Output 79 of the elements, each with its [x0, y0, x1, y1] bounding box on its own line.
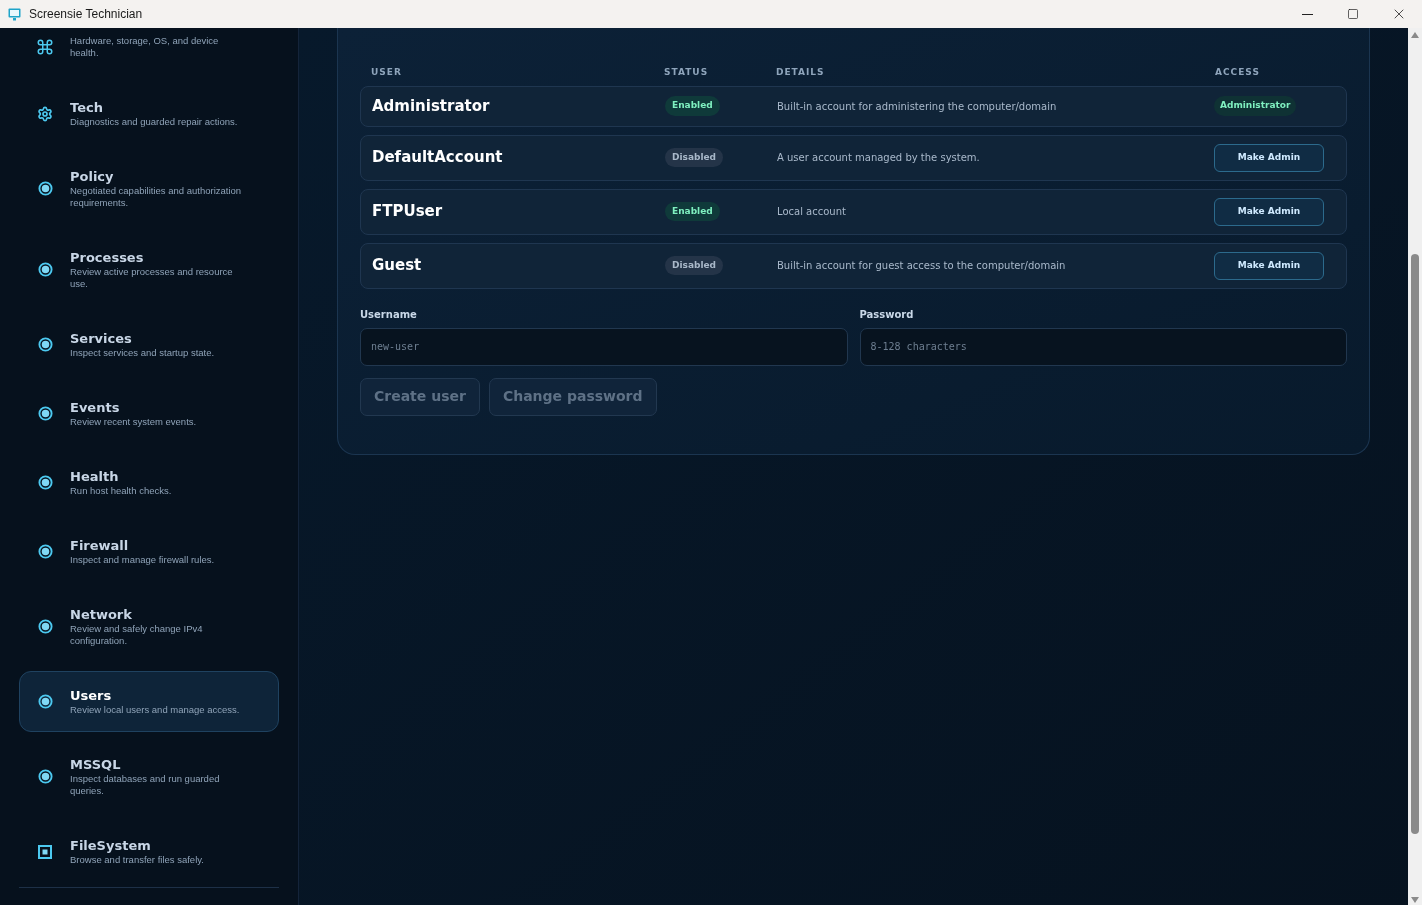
- square-icon: [38, 844, 52, 859]
- sidebar-item-description: Review and safely change IPv4 configuration.: [70, 623, 204, 647]
- sidebar-item-title: Health: [70, 468, 120, 485]
- make-admin-button[interactable]: Make Admin: [1214, 197, 1324, 226]
- radio-dot-icon: [37, 262, 53, 277]
- sidebar-item-title: MSSQL: [70, 756, 122, 773]
- sidebar-item-title: FileSystem: [70, 837, 152, 854]
- sidebar-item-title: Events: [70, 399, 121, 416]
- radio-dot-icon: [37, 694, 53, 709]
- sidebar-item[interactable]: Events Review recent system events.: [19, 383, 279, 444]
- sidebar-item-title: Tech: [70, 99, 104, 116]
- radio-dot-icon: [37, 337, 53, 352]
- command-icon: [36, 37, 54, 57]
- user-details: Built-in account for administering the computer/domain: [777, 99, 1058, 114]
- make-admin-button[interactable]: Make Admin: [1214, 143, 1324, 172]
- sidebar-item[interactable]: Services Inspect services and startup state.: [19, 314, 279, 375]
- sidebar-item-description: Browse and transfer files safely.: [70, 854, 204, 866]
- sidebar-item[interactable]: Processes Review active processes and resource use.: [19, 233, 279, 306]
- user-name: Guest: [372, 255, 423, 277]
- status-badge: Enabled: [665, 96, 720, 116]
- sidebar-item-title: Processes: [70, 249, 145, 266]
- gear-icon: [37, 105, 53, 122]
- scrollbar[interactable]: [1408, 28, 1422, 905]
- user-details: Local account: [777, 205, 847, 219]
- text-field[interactable]: 8-128 characters: [859, 327, 1347, 366]
- sidebar-item[interactable]: Policy Negotiated capabilities and authorization requirements.: [19, 152, 279, 225]
- field-label: Username: [360, 307, 418, 322]
- sidebar-item-title: Users: [70, 687, 113, 704]
- sidebar-item-description: Hardware, storage, OS, and device health.: [70, 35, 220, 59]
- column-header: ACCESS: [1215, 66, 1261, 79]
- radio-dot-icon: [37, 181, 53, 196]
- radio-dot-icon: [37, 475, 53, 490]
- radio-dot-icon: [37, 544, 53, 559]
- sidebar-item-title: Policy: [70, 168, 115, 185]
- user-name: DefaultAccount: [372, 147, 504, 169]
- sidebar-item[interactable]: Firewall Inspect and manage firewall rules.: [19, 521, 279, 582]
- status-badge: Enabled: [665, 201, 720, 222]
- access-badge: Administrator: [1214, 96, 1297, 116]
- column-header: USER: [371, 66, 403, 79]
- sidebar-item-title: Firewall: [70, 537, 130, 554]
- sidebar-item[interactable]: Health Run host health checks.: [19, 452, 279, 513]
- sidebar-item-description: Review active processes and resource use.: [70, 266, 234, 290]
- make-admin-button[interactable]: Make Admin: [1214, 251, 1324, 280]
- user-name: FTPUser: [372, 201, 444, 223]
- sidebar-item[interactable]: Tech Diagnostics and guarded repair actions.: [19, 83, 279, 144]
- scrollbar-thumb[interactable]: [1411, 254, 1419, 834]
- maximize-icon: [1347, 8, 1359, 20]
- minimize-icon: [1301, 13, 1313, 15]
- user-details: A user account managed by the system.: [777, 151, 981, 165]
- sidebar-item-description: Inspect services and startup state.: [70, 347, 215, 359]
- field-label: Password: [859, 307, 915, 322]
- sidebar-item-title: Network: [70, 606, 133, 623]
- column-header: DETAILS: [776, 66, 826, 79]
- sidebar-item-title: Services: [70, 330, 133, 347]
- app-monitor-icon: [8, 7, 21, 21]
- user-details: Built-in account for guest access to the computer/domain: [777, 259, 1067, 273]
- sidebar-item-description: Inspect databases and run guarded queries.: [70, 773, 221, 797]
- radio-dot-icon: [37, 406, 53, 421]
- sidebar-item[interactable]: MSSQL Inspect databases and run guarded queries.: [19, 740, 279, 813]
- status-badge: Disabled: [665, 147, 724, 168]
- sidebar-item-description: Run host health checks.: [70, 485, 172, 497]
- sidebar-item-description: Inspect and manage firewall rules.: [70, 554, 215, 566]
- sidebar-item[interactable]: Network Review and safely change IPv4 configuration.: [19, 590, 279, 663]
- radio-dot-icon: [37, 769, 53, 784]
- radio-dot-icon: [37, 619, 53, 634]
- sidebar-item[interactable]: FileSystem Browse and transfer files safely.: [19, 821, 279, 882]
- sidebar-item-description: Diagnostics and guarded repair actions.: [70, 116, 238, 128]
- scroll-up-arrow-icon[interactable]: [1411, 32, 1419, 38]
- sidebar-item-description: Negotiated capabilities and authorization requirements.: [70, 185, 242, 209]
- status-badge: Disabled: [665, 255, 724, 276]
- user-name: Administrator: [372, 95, 491, 117]
- sidebar-item[interactable]: Users Review local users and manage access.: [19, 671, 279, 732]
- sidebar-item-description: Review local users and manage access.: [70, 704, 240, 716]
- sidebar-item-description: Review recent system events.: [70, 416, 197, 428]
- scroll-down-arrow-icon[interactable]: [1411, 897, 1419, 903]
- window-title: Screensie Technician: [29, 6, 143, 23]
- column-header: STATUS: [664, 66, 710, 79]
- sidebar-item[interactable]: Hardware, storage, OS, and device health.: [19, 30, 279, 75]
- text-field[interactable]: new-user: [360, 327, 848, 366]
